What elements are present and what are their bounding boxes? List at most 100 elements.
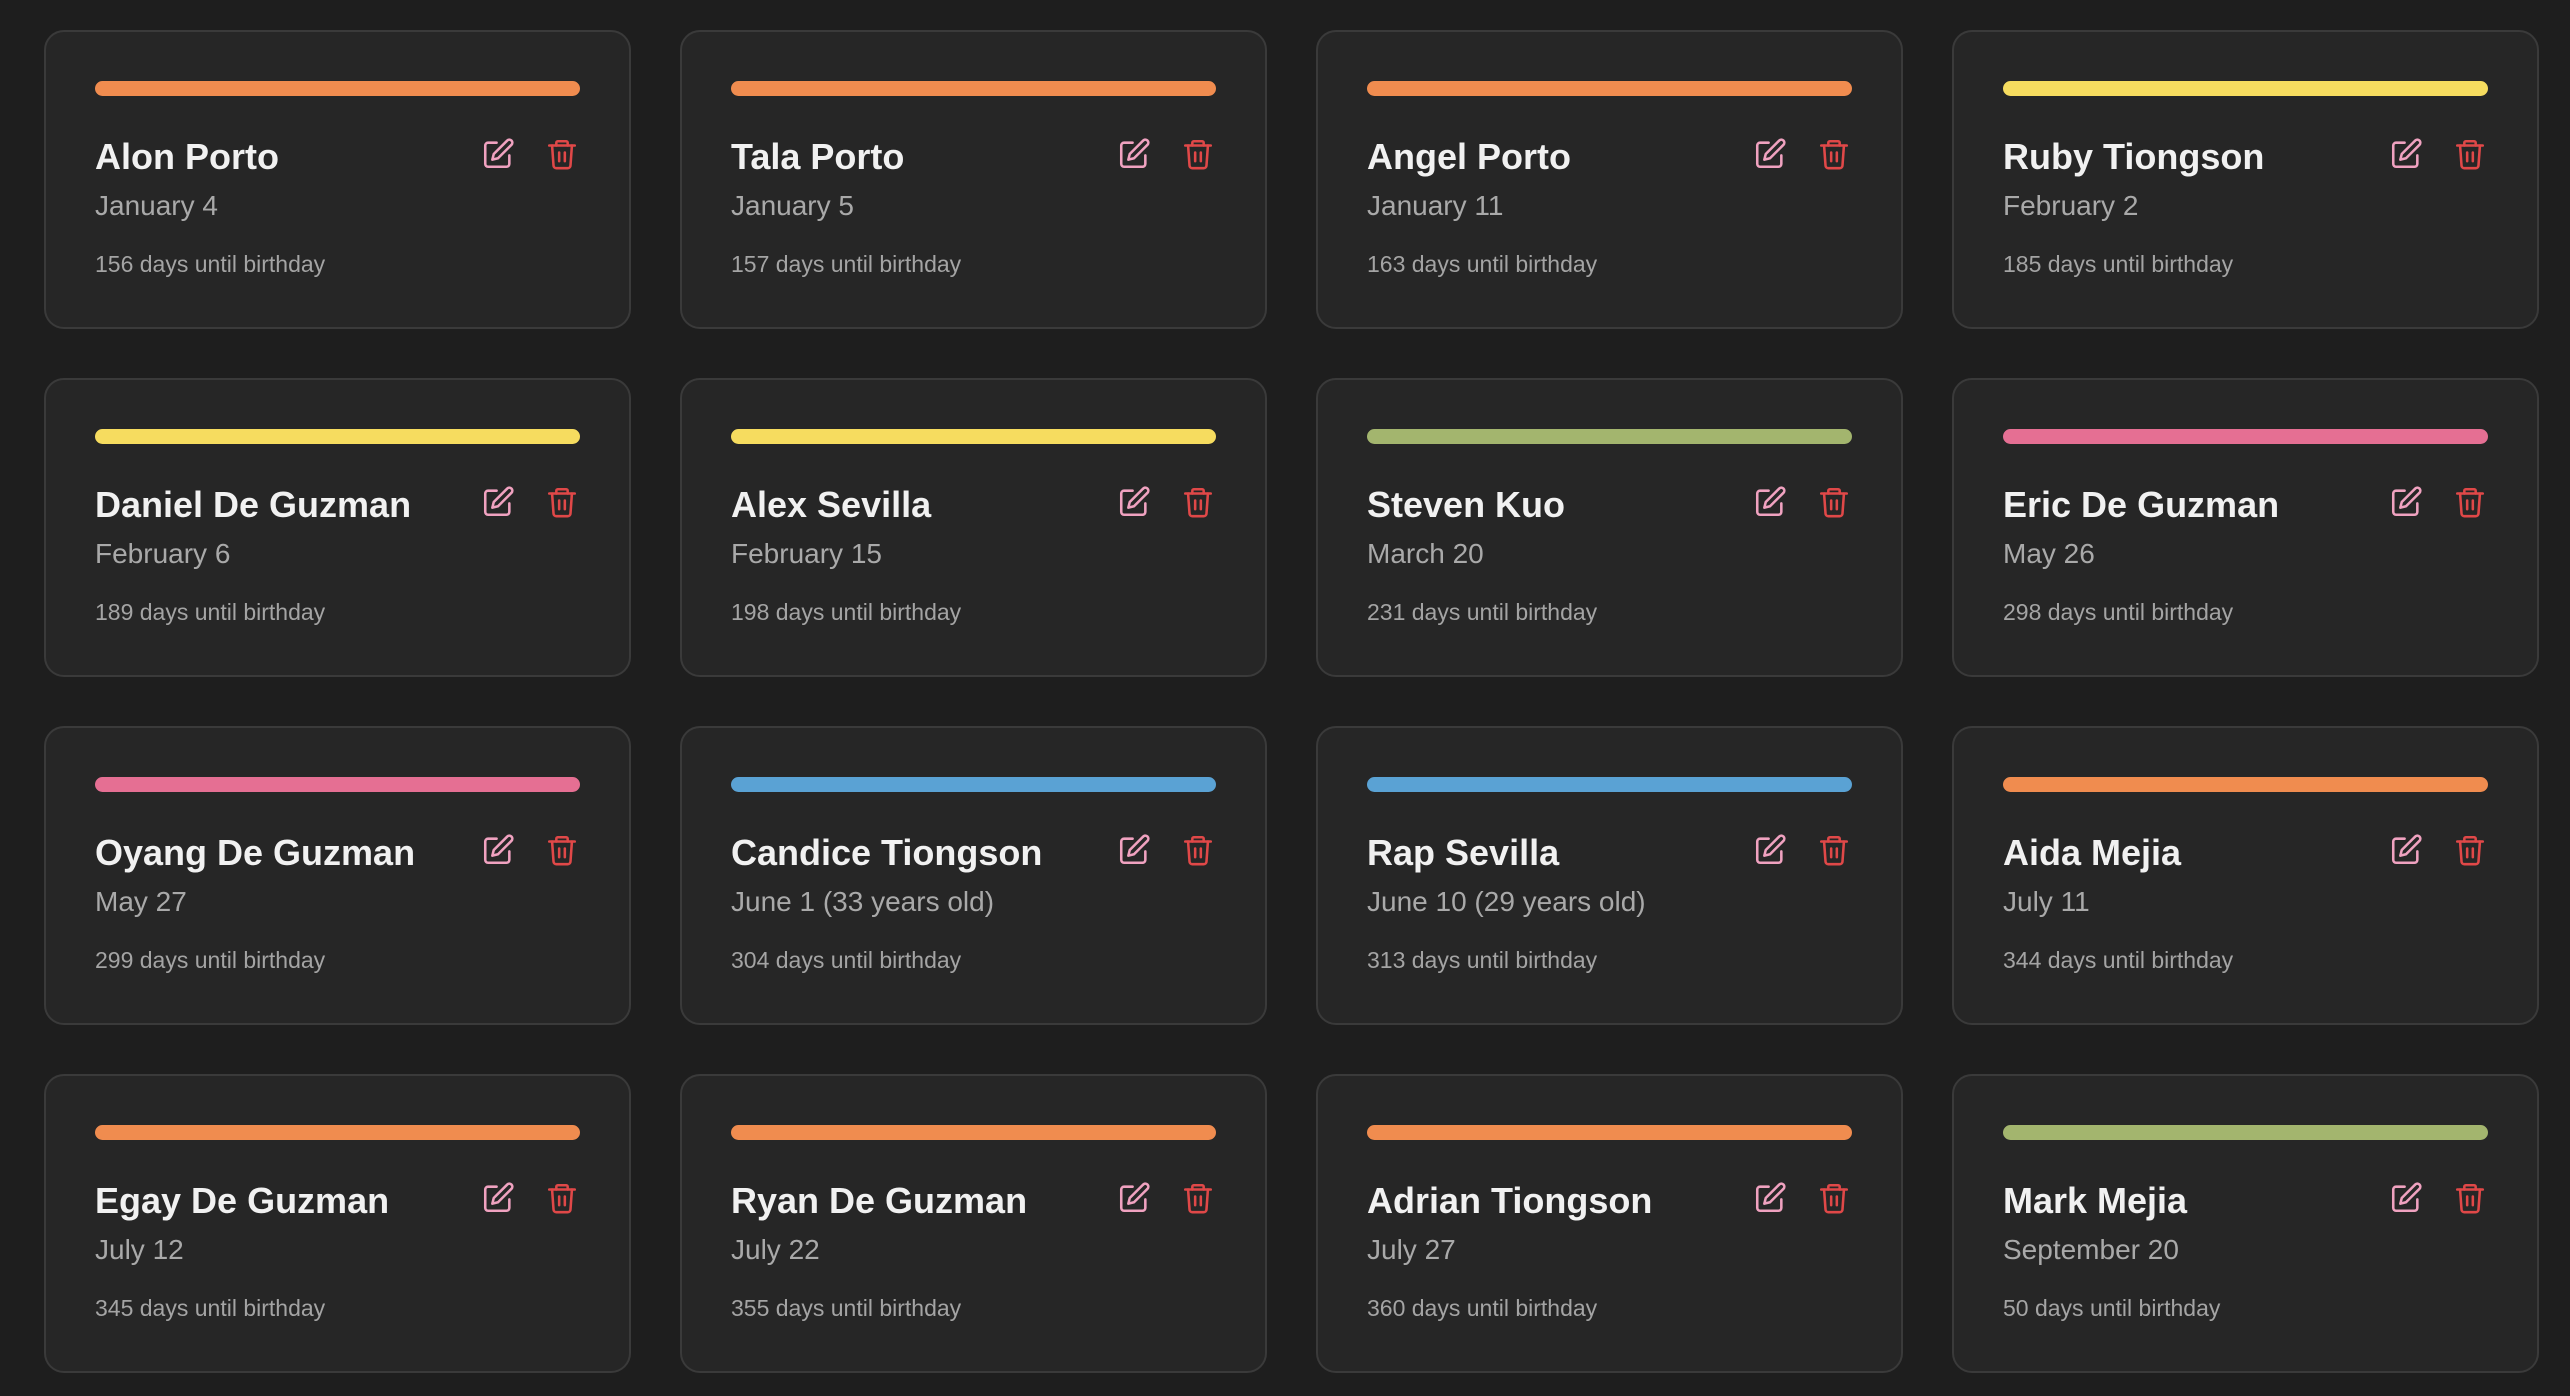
person-name: Rap Sevilla <box>1367 832 1560 873</box>
edit-button[interactable] <box>1116 484 1152 520</box>
edit-button[interactable] <box>1752 484 1788 520</box>
edit-button[interactable] <box>2388 1180 2424 1216</box>
edit-button[interactable] <box>1752 1180 1788 1216</box>
edit-button[interactable] <box>1752 136 1788 172</box>
person-name: Tala Porto <box>731 136 905 177</box>
birthday-card: Alex Sevilla February 15 198 days until … <box>680 378 1267 677</box>
month-accent-bar <box>95 81 580 96</box>
edit-icon <box>1119 138 1150 169</box>
birthday-card-grid: Alon Porto January 4 156 days until birt… <box>44 30 2539 1373</box>
edit-button[interactable] <box>2388 832 2424 868</box>
edit-icon <box>1119 834 1150 865</box>
person-name: Alex Sevilla <box>731 484 932 525</box>
trash-icon <box>1819 1183 1849 1214</box>
edit-button[interactable] <box>480 136 516 172</box>
trash-icon <box>2455 139 2485 170</box>
delete-button[interactable] <box>544 136 580 172</box>
card-actions <box>1116 136 1216 172</box>
delete-button[interactable] <box>2452 136 2488 172</box>
days-until-birthday: 198 days until birthday <box>731 599 962 625</box>
days-until-birthday: 313 days until birthday <box>1367 947 1598 973</box>
delete-button[interactable] <box>1816 832 1852 868</box>
trash-icon <box>547 139 577 170</box>
delete-button[interactable] <box>544 484 580 520</box>
birthday-date: July 22 <box>731 1234 820 1265</box>
edit-icon <box>1755 486 1786 517</box>
card-actions <box>1752 832 1852 868</box>
card-actions <box>1752 1180 1852 1216</box>
edit-button[interactable] <box>480 484 516 520</box>
birthday-card: Alon Porto January 4 156 days until birt… <box>44 30 631 329</box>
card-actions <box>1752 136 1852 172</box>
birthday-date: January 5 <box>731 190 854 221</box>
month-accent-bar <box>95 429 580 444</box>
delete-button[interactable] <box>544 1180 580 1216</box>
birthday-card: Ryan De Guzman July 22 355 days until bi… <box>680 1074 1267 1373</box>
birthday-card: Oyang De Guzman May 27 299 days until bi… <box>44 726 631 1025</box>
delete-button[interactable] <box>2452 832 2488 868</box>
edit-icon <box>1119 1182 1150 1213</box>
trash-icon <box>1819 139 1849 170</box>
delete-button[interactable] <box>544 832 580 868</box>
edit-icon <box>2391 486 2422 517</box>
month-accent-bar <box>95 777 580 792</box>
card-actions <box>2388 1180 2488 1216</box>
birthday-card: Ruby Tiongson February 2 185 days until … <box>1952 30 2539 329</box>
edit-button[interactable] <box>1752 832 1788 868</box>
person-name: Adrian Tiongson <box>1367 1180 1653 1221</box>
birthday-date: May 26 <box>2003 538 2095 569</box>
delete-button[interactable] <box>1816 136 1852 172</box>
month-accent-bar <box>1367 81 1852 96</box>
edit-button[interactable] <box>480 1180 516 1216</box>
edit-icon <box>2391 834 2422 865</box>
edit-button[interactable] <box>2388 136 2424 172</box>
birthday-card: Adrian Tiongson July 27 360 days until b… <box>1316 1074 1903 1373</box>
edit-button[interactable] <box>1116 136 1152 172</box>
delete-button[interactable] <box>1180 136 1216 172</box>
edit-button[interactable] <box>1116 1180 1152 1216</box>
trash-icon <box>2455 835 2485 866</box>
birthday-date: July 12 <box>95 1234 184 1265</box>
delete-button[interactable] <box>2452 484 2488 520</box>
edit-button[interactable] <box>480 832 516 868</box>
days-until-birthday: 185 days until birthday <box>2003 251 2234 277</box>
person-name: Ryan De Guzman <box>731 1180 1028 1221</box>
trash-icon <box>1819 835 1849 866</box>
delete-button[interactable] <box>1180 484 1216 520</box>
card-actions <box>2388 136 2488 172</box>
edit-button[interactable] <box>1116 832 1152 868</box>
card-actions <box>480 136 580 172</box>
person-name: Alon Porto <box>95 136 279 177</box>
delete-button[interactable] <box>1180 832 1216 868</box>
edit-icon <box>2391 1182 2422 1213</box>
person-name: Angel Porto <box>1367 136 1571 177</box>
person-name: Ruby Tiongson <box>2003 136 2265 177</box>
birthday-card: Aida Mejia July 11 344 days until birthd… <box>1952 726 2539 1025</box>
month-accent-bar <box>1367 429 1852 444</box>
delete-button[interactable] <box>1816 484 1852 520</box>
trash-icon <box>547 1183 577 1214</box>
edit-button[interactable] <box>2388 484 2424 520</box>
days-until-birthday: 299 days until birthday <box>95 947 326 973</box>
month-accent-bar <box>2003 1125 2488 1140</box>
trash-icon <box>547 487 577 518</box>
delete-button[interactable] <box>2452 1180 2488 1216</box>
birthday-date: June 1 (33 years old) <box>731 886 995 917</box>
card-actions <box>2388 832 2488 868</box>
days-until-birthday: 355 days until birthday <box>731 1295 962 1321</box>
delete-button[interactable] <box>1816 1180 1852 1216</box>
days-until-birthday: 157 days until birthday <box>731 251 962 277</box>
birthday-card: Daniel De Guzman February 6 189 days unt… <box>44 378 631 677</box>
month-accent-bar <box>1367 1125 1852 1140</box>
days-until-birthday: 304 days until birthday <box>731 947 962 973</box>
edit-icon <box>2391 138 2422 169</box>
days-until-birthday: 231 days until birthday <box>1367 599 1598 625</box>
edit-icon <box>483 138 514 169</box>
trash-icon <box>1183 1183 1213 1214</box>
card-actions <box>480 484 580 520</box>
edit-icon <box>483 486 514 517</box>
days-until-birthday: 360 days until birthday <box>1367 1295 1598 1321</box>
person-name: Mark Mejia <box>2003 1180 2188 1221</box>
delete-button[interactable] <box>1180 1180 1216 1216</box>
birthday-card: Candice Tiongson June 1 (33 years old) 3… <box>680 726 1267 1025</box>
